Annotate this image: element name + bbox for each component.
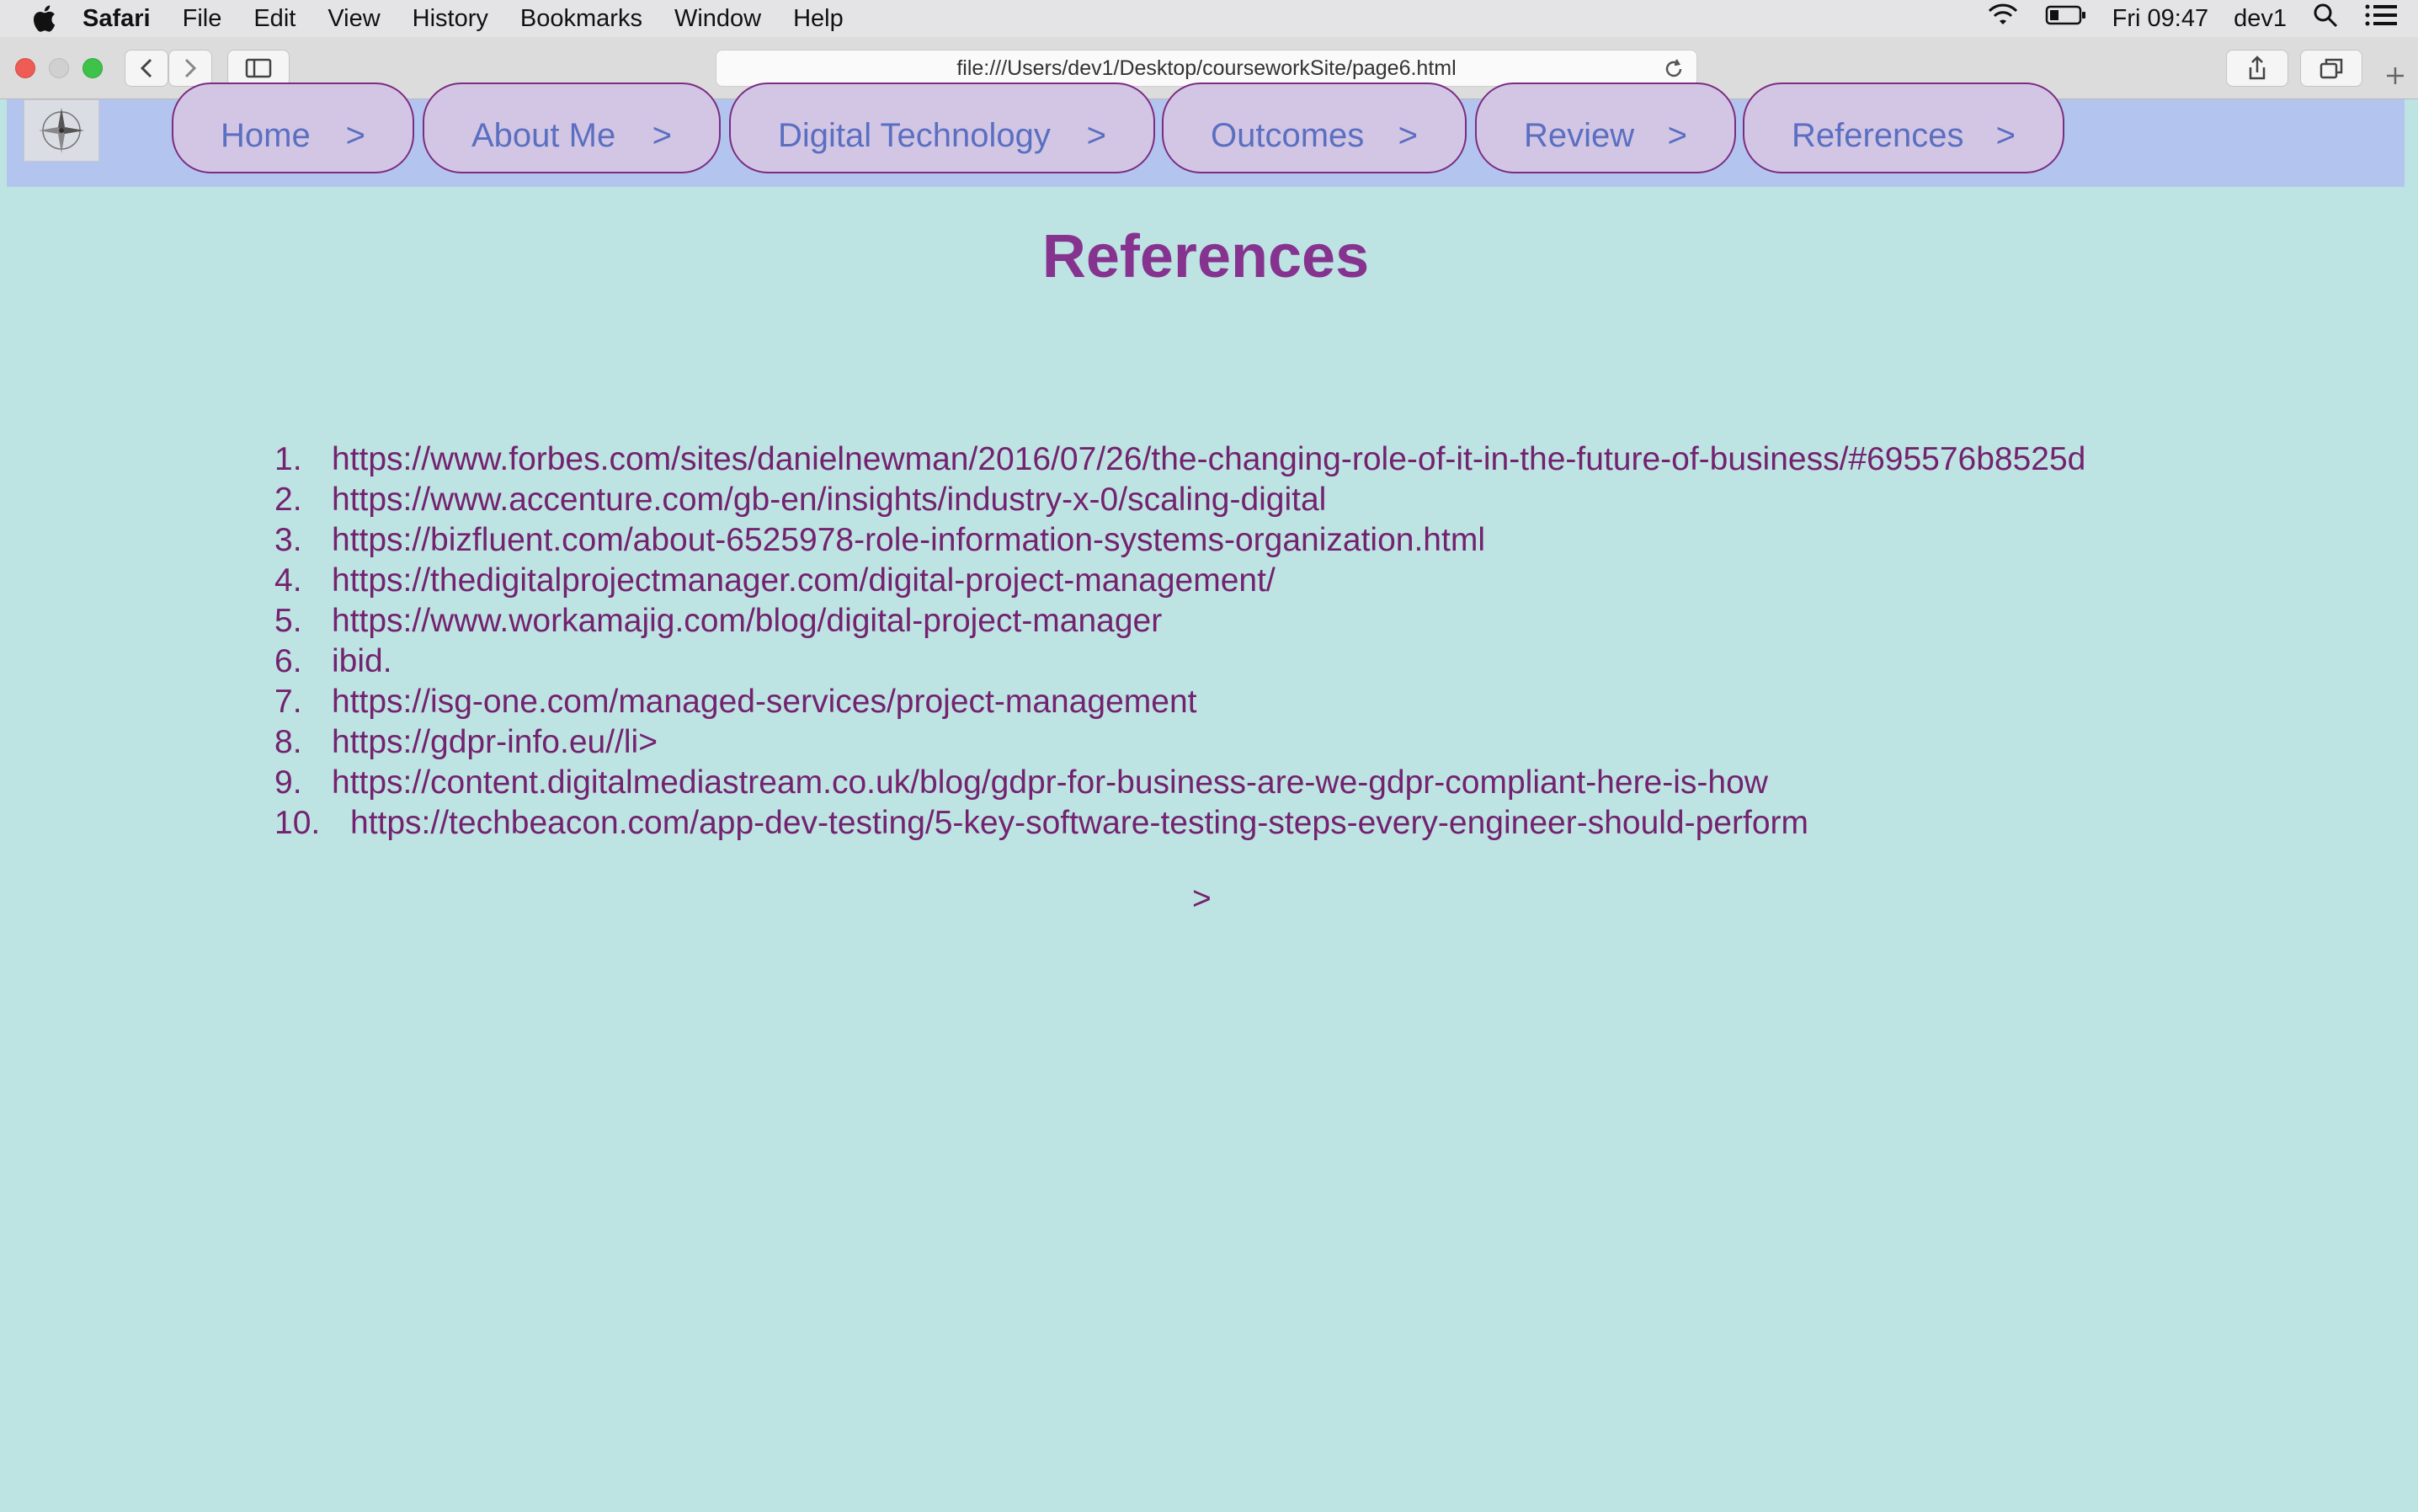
menu-view[interactable]: View — [328, 5, 380, 33]
reference-text: ibid. — [332, 643, 392, 679]
nav-home-button[interactable]: Home > — [172, 83, 414, 173]
nav-digital-technology-label: Digital Technology — [778, 116, 1051, 154]
menu-history[interactable]: History — [413, 5, 488, 33]
nav-home-arrow: > — [345, 116, 365, 154]
reference-number: 4. — [274, 562, 302, 599]
site-nav-bar: Home > About Me > Digital Technology > O… — [7, 83, 2405, 187]
reference-item: 9. https://content.digitalmediastream.co.… — [274, 763, 2085, 803]
nav-review-button[interactable]: Review > — [1475, 83, 1736, 173]
nav-about-me-arrow: > — [652, 116, 672, 154]
page-title: References — [1041, 223, 1370, 290]
reference-number: 3. — [274, 522, 302, 558]
nav-references-button[interactable]: References > — [1743, 83, 2064, 173]
nav-review-label: Review — [1524, 116, 1635, 154]
nav-about-me-label: About Me — [471, 116, 616, 154]
back-button[interactable] — [125, 50, 168, 87]
reference-item: 7. https://isg-one.com/managed-services/p… — [274, 682, 2085, 722]
nav-outcomes-arrow: > — [1398, 116, 1418, 154]
reference-item: 8. https://gdpr-info.eu//li> — [274, 722, 2085, 763]
reference-item: 2. https://www.accenture.com/gb-en/insigh… — [274, 480, 2085, 520]
reference-number: 5. — [274, 603, 302, 639]
reference-number: 2. — [274, 482, 302, 518]
nav-digital-technology-arrow: > — [1086, 116, 1106, 154]
menu-file[interactable]: File — [183, 5, 222, 33]
nav-outcomes-label: Outcomes — [1211, 116, 1365, 154]
minimize-window-button[interactable] — [49, 58, 69, 78]
reference-number: 6. — [274, 643, 302, 679]
share-button[interactable] — [2226, 50, 2288, 87]
menu-bookmarks[interactable]: Bookmarks — [520, 5, 642, 33]
clock-text[interactable]: Fri 09:47 — [2112, 5, 2208, 33]
close-window-button[interactable] — [15, 58, 35, 78]
zoom-window-button[interactable] — [83, 58, 103, 78]
reference-item: 5. https://www.workamajig.com/blog/digita… — [274, 601, 2085, 642]
nav-references-label: References — [1792, 116, 1964, 154]
reference-link[interactable]: https://gdpr-info.eu//li> — [332, 722, 658, 763]
nav-outcomes-button[interactable]: Outcomes > — [1162, 83, 1467, 173]
wifi-icon[interactable] — [1986, 3, 2020, 35]
compass-icon — [39, 108, 84, 153]
reference-item: 6. ibid. — [274, 642, 2085, 682]
chevron-right-icon — [184, 58, 197, 78]
apple-icon[interactable] — [27, 2, 61, 35]
nav-references-arrow: > — [1995, 116, 2016, 154]
menu-help[interactable]: Help — [793, 5, 844, 33]
nav-home-label: Home — [221, 116, 311, 154]
reference-number: 8. — [274, 724, 302, 760]
menu-edit[interactable]: Edit — [253, 5, 296, 33]
forward-button[interactable] — [168, 50, 212, 87]
battery-icon[interactable] — [2045, 4, 2087, 33]
reference-number: 1. — [274, 441, 302, 477]
menu-window[interactable]: Window — [674, 5, 761, 33]
next-page-arrow[interactable]: > — [1192, 881, 1212, 918]
nav-digital-technology-button[interactable]: Digital Technology > — [729, 83, 1155, 173]
reference-item: 4. https://thedigitalprojectmanager.com/d… — [274, 561, 2085, 601]
reference-link[interactable]: https://www.workamajig.com/blog/digital-… — [332, 601, 1162, 642]
search-icon[interactable] — [2312, 2, 2339, 35]
reference-number: 9. — [274, 764, 302, 801]
url-text: file:///Users/dev1/Desktop/courseworkSit… — [956, 56, 1457, 80]
plus-icon — [2387, 67, 2404, 84]
control-center-icon[interactable] — [2364, 3, 2398, 35]
reference-link[interactable]: https://www.forbes.com/sites/danielnewma… — [332, 439, 2085, 480]
reference-link[interactable]: https://content.digitalmediastream.co.uk… — [332, 763, 1768, 803]
references-list: 1. https://www.forbes.com/sites/danielnew… — [274, 439, 2085, 844]
address-bar[interactable]: file:///Users/dev1/Desktop/courseworkSit… — [716, 50, 1697, 87]
tabs-icon — [2319, 58, 2343, 79]
menu-bar: Safari File Edit View History Bookmarks … — [0, 0, 2418, 37]
site-logo — [24, 99, 99, 162]
nav-review-arrow: > — [1667, 116, 1687, 154]
reference-item: 10. https://techbeacon.com/app-dev-testin… — [274, 803, 2085, 844]
share-icon — [2249, 56, 2266, 80]
chevron-left-icon — [140, 58, 152, 78]
sidebar-toggle-button[interactable] — [227, 50, 290, 87]
user-name[interactable]: dev1 — [2234, 5, 2287, 33]
reference-number: 10. — [274, 805, 321, 841]
reference-link[interactable]: https://thedigitalprojectmanager.com/dig… — [332, 561, 1276, 601]
reference-link[interactable]: https://isg-one.com/managed-services/pro… — [332, 682, 1196, 722]
reference-link[interactable]: https://techbeacon.com/app-dev-testing/5… — [350, 803, 1808, 844]
nav-about-me-button[interactable]: About Me > — [423, 83, 721, 173]
reference-item: 1. https://www.forbes.com/sites/danielnew… — [274, 439, 2085, 480]
new-tab-button[interactable] — [2373, 52, 2418, 99]
reference-item: 3. https://bizfluent.com/about-6525978-ro… — [274, 520, 2085, 561]
menu-app-safari[interactable]: Safari — [83, 5, 151, 33]
reference-number: 7. — [274, 684, 302, 720]
sidebar-icon — [245, 58, 272, 78]
reference-link[interactable]: https://bizfluent.com/about-6525978-role… — [332, 520, 1485, 561]
reference-link[interactable]: https://www.accenture.com/gb-en/insights… — [332, 480, 1326, 520]
tabs-overview-button[interactable] — [2300, 50, 2362, 87]
